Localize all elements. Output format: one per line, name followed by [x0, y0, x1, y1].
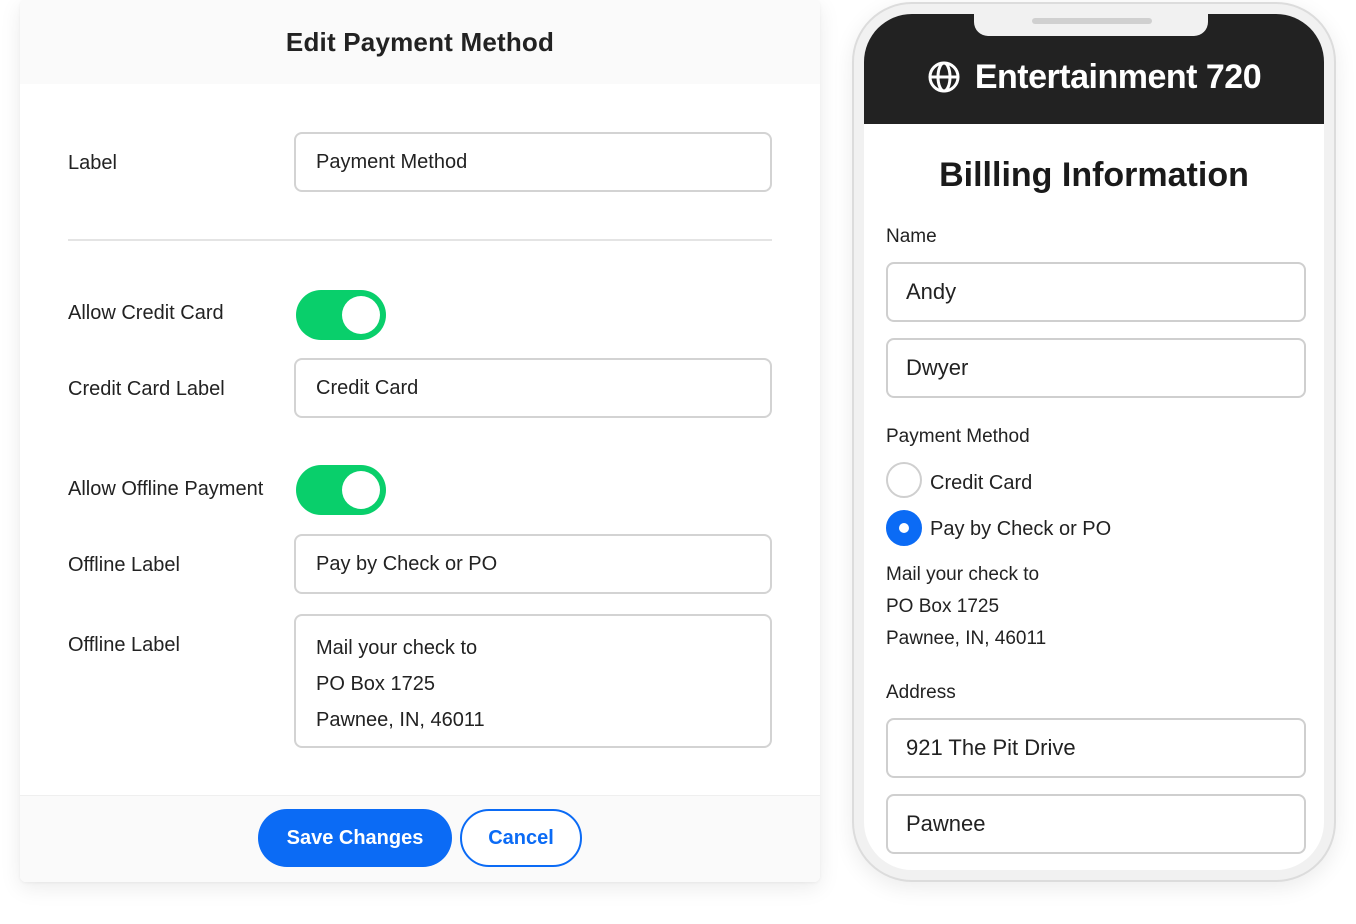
phone-frame: Entertainment 720 Billling Information N… — [852, 2, 1336, 882]
save-changes-button[interactable]: Save Changes — [258, 809, 452, 867]
phone-notch — [974, 14, 1208, 36]
address-line1-input[interactable]: 921 The Pit Drive — [886, 718, 1306, 778]
name-label: Name — [886, 226, 937, 247]
phone-screen: Entertainment 720 Billling Information N… — [864, 14, 1324, 870]
last-name-input[interactable]: Dwyer — [886, 338, 1306, 398]
billing-title: Billling Information — [939, 156, 1249, 194]
mail-instructions-line: Pawnee, IN, 46011 — [886, 628, 1047, 649]
allow-credit-card-label: Allow Credit Card — [68, 302, 224, 324]
panel-header: Edit Payment Method — [20, 0, 820, 84]
globe-icon — [928, 61, 960, 93]
allow-offline-payment-toggle[interactable] — [296, 465, 386, 515]
textarea-line: PO Box 1725 — [316, 673, 435, 695]
credit-card-label-label: Credit Card Label — [68, 378, 225, 400]
city-input[interactable]: Pawnee — [886, 794, 1306, 854]
allow-credit-card-toggle[interactable] — [296, 290, 386, 340]
label-field-label: Label — [68, 152, 117, 174]
credit-card-label-input[interactable]: Credit Card — [294, 358, 772, 418]
allow-offline-payment-label: Allow Offline Payment — [68, 478, 264, 500]
radio-credit-card[interactable] — [886, 462, 922, 498]
radio-pay-by-check[interactable] — [886, 510, 922, 546]
offline-label-label: Offline Label — [68, 554, 180, 576]
radio-pay-by-check-label[interactable]: Pay by Check or PO — [930, 518, 1111, 541]
first-name-input[interactable]: Andy — [886, 262, 1306, 322]
edit-payment-panel: Edit Payment Method Label Payment Method… — [20, 0, 820, 882]
textarea-line: Pawnee, IN, 46011 — [316, 709, 485, 731]
mail-instructions-line: PO Box 1725 — [886, 596, 1000, 617]
offline-instructions-label: Offline Label — [68, 634, 180, 656]
page-title: Edit Payment Method — [285, 26, 555, 57]
panel-footer: Save Changes Cancel — [20, 795, 820, 882]
label-input[interactable]: Payment Method — [294, 132, 772, 192]
cancel-button[interactable]: Cancel — [460, 809, 582, 867]
speaker — [1032, 18, 1152, 24]
divider — [68, 239, 772, 241]
address-label: Address — [886, 682, 956, 703]
offline-instructions-textarea[interactable]: Mail your check to PO Box 1725 Pawnee, I… — [294, 614, 772, 748]
radio-credit-card-label[interactable]: Credit Card — [930, 472, 1032, 495]
payment-method-label: Payment Method — [886, 426, 1030, 447]
mail-instructions-line: Mail your check to — [886, 564, 1040, 585]
brand-name: Entertainment 720 — [974, 57, 1262, 96]
toggle-knob — [342, 471, 380, 509]
textarea-line: Mail your check to — [316, 637, 478, 659]
offline-label-input[interactable]: Pay by Check or PO — [294, 534, 772, 594]
toggle-knob — [342, 296, 380, 334]
